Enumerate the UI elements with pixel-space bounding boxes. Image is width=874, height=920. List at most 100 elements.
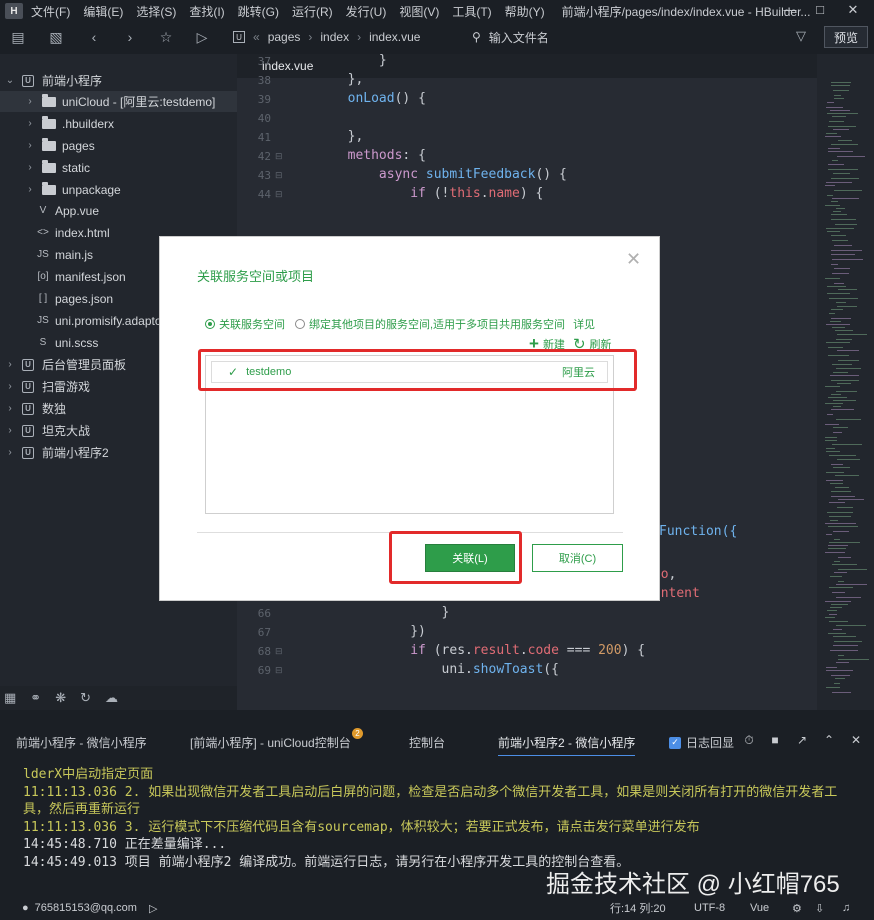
new-file-icon[interactable]: ▤ bbox=[6, 26, 30, 48]
chevron-right-icon[interactable]: › bbox=[24, 184, 36, 195]
fold-icon[interactable]: ⊟ bbox=[275, 189, 283, 200]
sidebar-item-label: pages bbox=[62, 138, 95, 153]
menu-edit[interactable]: 编辑(E) bbox=[83, 3, 123, 20]
terminal-icon[interactable]: ▷ bbox=[149, 902, 157, 915]
chevron-right-icon[interactable]: › bbox=[4, 359, 16, 370]
code-line[interactable]: }) bbox=[285, 624, 426, 639]
filter-icon[interactable]: ▽ bbox=[796, 28, 806, 44]
minimap-line bbox=[832, 273, 849, 274]
link-mode-radios: 关联服务空间 绑定其他项目的服务空间,适用于多项目共用服务空间 详见 bbox=[205, 316, 595, 332]
status-user[interactable]: 765815153@qq.com bbox=[35, 902, 137, 914]
status-position[interactable]: 行:14 列:20 bbox=[610, 900, 666, 916]
menu-publish[interactable]: 发行(U) bbox=[346, 3, 387, 20]
menu-run[interactable]: 运行(R) bbox=[292, 3, 333, 20]
code-line[interactable]: methods: { bbox=[285, 148, 426, 163]
collapse-up-icon[interactable]: ⌃ bbox=[821, 733, 837, 747]
file-search[interactable]: ⚲ 输入文件名 bbox=[472, 27, 549, 47]
run-icon[interactable]: ▷ bbox=[190, 26, 214, 48]
settings-icon[interactable]: ⚙ bbox=[792, 902, 802, 915]
breadcrumb-file[interactable]: index.vue bbox=[369, 30, 420, 44]
sidebar-item[interactable]: › pages bbox=[0, 135, 237, 156]
breadcrumb-index[interactable]: index bbox=[320, 30, 349, 44]
fold-icon[interactable]: ⊟ bbox=[275, 646, 283, 657]
open-external-icon[interactable]: ↗ bbox=[794, 733, 810, 747]
menu-help[interactable]: 帮助(Y) bbox=[505, 3, 545, 20]
sidebar-item[interactable]: › unpackage bbox=[0, 179, 237, 200]
chevron-right-icon[interactable]: › bbox=[24, 118, 36, 129]
console-tab-weixin[interactable]: 前端小程序 - 微信小程序 bbox=[16, 734, 147, 751]
code-line[interactable]: }, bbox=[285, 72, 364, 87]
sidebar-item[interactable]: › uniCloud - [阿里云:testdemo] bbox=[0, 91, 237, 112]
bell-icon[interactable]: ♫ bbox=[842, 902, 850, 914]
explorer-icon[interactable]: ▦ bbox=[4, 690, 16, 706]
menu-goto[interactable]: 跳转(G) bbox=[238, 3, 279, 20]
forward-icon[interactable]: › bbox=[118, 26, 142, 48]
menu-tools[interactable]: 工具(T) bbox=[452, 3, 491, 20]
menu-select[interactable]: 选择(S) bbox=[136, 3, 176, 20]
close-console-icon[interactable]: ✕ bbox=[848, 733, 864, 747]
fold-icon[interactable]: ⊟ bbox=[275, 151, 283, 162]
cancel-button[interactable]: 取消(C) bbox=[532, 544, 623, 572]
line-number: 41 bbox=[257, 131, 271, 144]
sidebar-item[interactable]: › .hbuilderx bbox=[0, 113, 237, 134]
status-encoding[interactable]: UTF-8 bbox=[694, 902, 725, 914]
code-line[interactable]: onLoad() { bbox=[285, 91, 426, 106]
save-icon[interactable]: ▧ bbox=[44, 26, 68, 48]
bug-icon[interactable]: ❋ bbox=[55, 690, 66, 706]
chevron-down-icon[interactable]: ⌄ bbox=[4, 75, 16, 86]
minimap-line bbox=[828, 151, 853, 152]
radio-bind-other[interactable] bbox=[295, 319, 305, 329]
code-line[interactable]: } bbox=[285, 53, 387, 68]
log-echo-toggle[interactable]: ✓ 日志回显 bbox=[669, 734, 734, 751]
restart-icon[interactable]: ⏱ bbox=[741, 733, 757, 748]
minimap-line bbox=[833, 531, 849, 532]
sidebar-item[interactable]: › static bbox=[0, 157, 237, 178]
minimap[interactable] bbox=[817, 54, 874, 710]
checkbox-checked-icon[interactable]: ✓ bbox=[669, 736, 681, 749]
chevron-right-icon[interactable]: › bbox=[24, 96, 36, 107]
minimap-line bbox=[829, 516, 851, 517]
download-icon[interactable]: ⇩ bbox=[815, 902, 824, 915]
chevron-right-icon[interactable]: › bbox=[4, 447, 16, 458]
code-line[interactable]: }, bbox=[285, 129, 364, 144]
chevron-right-icon[interactable]: › bbox=[24, 162, 36, 173]
maximize-icon[interactable]: □ bbox=[810, 2, 830, 17]
bike-icon[interactable]: ⚭ bbox=[30, 690, 41, 706]
sidebar-item[interactable]: ⌄ U 前端小程序 bbox=[0, 70, 237, 91]
code-line[interactable]: } bbox=[285, 605, 450, 620]
cloud-icon[interactable]: ☁ bbox=[105, 690, 118, 706]
breadcrumb-pages[interactable]: pages bbox=[268, 30, 301, 44]
fold-icon[interactable]: ⊟ bbox=[275, 170, 283, 181]
back-icon[interactable]: ‹ bbox=[82, 26, 106, 48]
star-icon[interactable]: ☆ bbox=[154, 26, 178, 48]
menu-view[interactable]: 视图(V) bbox=[399, 3, 439, 20]
detail-link[interactable]: 详见 bbox=[573, 316, 595, 332]
code-line[interactable]: if (!this.name) { bbox=[285, 186, 543, 201]
code-line[interactable]: if (res.result.code === 200) { bbox=[285, 643, 645, 658]
stop-icon[interactable]: ■ bbox=[767, 733, 783, 747]
git-icon[interactable]: ↻ bbox=[80, 690, 91, 706]
radio-link-space[interactable] bbox=[205, 319, 215, 329]
preview-button[interactable]: 预览 bbox=[824, 26, 868, 48]
chevron-right-icon[interactable]: › bbox=[4, 381, 16, 392]
status-language[interactable]: Vue bbox=[750, 902, 769, 914]
code-line[interactable]: uni.showToast({ bbox=[285, 662, 559, 677]
console-tab-weixin2[interactable]: 前端小程序2 - 微信小程序 bbox=[498, 734, 636, 756]
chevron-right-icon[interactable]: › bbox=[24, 140, 36, 151]
radio-bind-other-label[interactable]: 绑定其他项目的服务空间,适用于多项目共用服务空间 bbox=[309, 316, 565, 332]
chevron-right-icon[interactable]: › bbox=[4, 403, 16, 414]
radio-link-space-label[interactable]: 关联服务空间 bbox=[219, 316, 285, 332]
fold-icon[interactable]: ⊟ bbox=[275, 665, 283, 676]
dialog-close-icon[interactable]: ✕ bbox=[626, 249, 641, 270]
console-tab-unicloud[interactable]: [前端小程序] - uniCloud控制台 bbox=[190, 734, 351, 751]
minimap-line bbox=[835, 330, 853, 331]
file-search-input[interactable]: 输入文件名 bbox=[489, 29, 549, 46]
chevron-right-icon[interactable]: › bbox=[4, 425, 16, 436]
console-tab-console[interactable]: 控制台 bbox=[409, 734, 445, 751]
sidebar-item[interactable]: V App.vue bbox=[0, 200, 237, 221]
close-window-icon[interactable]: ✕ bbox=[843, 2, 863, 18]
menu-find[interactable]: 查找(I) bbox=[189, 3, 224, 20]
code-line[interactable]: async submitFeedback() { bbox=[285, 167, 567, 182]
menu-file[interactable]: 文件(F) bbox=[31, 3, 70, 20]
minimize-icon[interactable]: — bbox=[780, 2, 800, 17]
